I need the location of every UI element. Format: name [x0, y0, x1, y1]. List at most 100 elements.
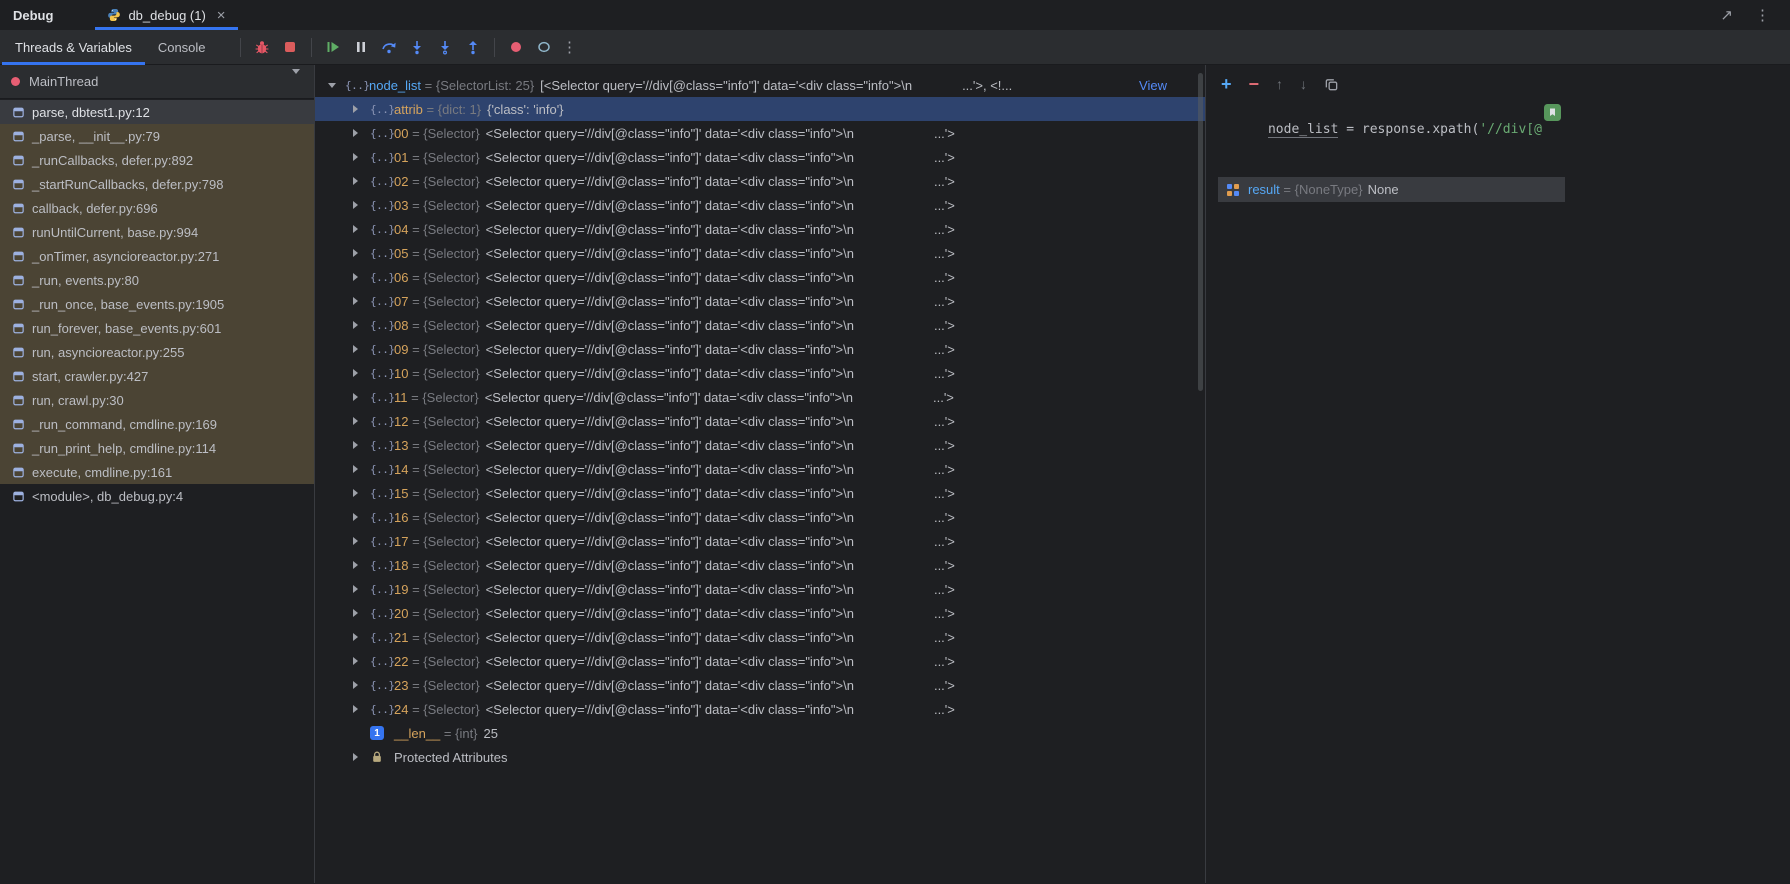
selector-row[interactable]: {..} 06 = {Selector} <Selector query='//…	[315, 265, 1205, 289]
chevron-right-icon[interactable]	[353, 201, 370, 209]
chevron-right-icon[interactable]	[353, 393, 370, 401]
selector-row[interactable]: {..} 19 = {Selector} <Selector query='//…	[315, 577, 1205, 601]
selector-row[interactable]: {..} 20 = {Selector} <Selector query='//…	[315, 601, 1205, 625]
selector-row[interactable]: {..} 22 = {Selector} <Selector query='//…	[315, 649, 1205, 673]
selector-row[interactable]: {..} 12 = {Selector} <Selector query='//…	[315, 409, 1205, 433]
move-down-icon[interactable]: ↓	[1300, 77, 1307, 91]
selector-row[interactable]: {..} 10 = {Selector} <Selector query='//…	[315, 361, 1205, 385]
scrollbar[interactable]	[1198, 73, 1203, 391]
chevron-right-icon[interactable]	[353, 753, 370, 761]
view-breakpoints-icon[interactable]	[502, 34, 530, 60]
stack-frame-row[interactable]: <module>, db_debug.py:4	[0, 484, 314, 508]
chevron-right-icon[interactable]	[353, 609, 370, 617]
chevron-down-icon[interactable]	[328, 82, 345, 88]
stop-icon[interactable]	[276, 34, 304, 60]
chevron-right-icon[interactable]	[353, 153, 370, 161]
chevron-right-icon[interactable]	[353, 273, 370, 281]
force-step-into-icon[interactable]	[431, 34, 459, 60]
editor-tab[interactable]: db_debug (1) ×	[95, 0, 238, 30]
chevron-right-icon[interactable]	[353, 177, 370, 185]
stack-frame-row[interactable]: callback, defer.py:696	[0, 196, 314, 220]
stack-frame-row[interactable]: _run_once, base_events.py:1905	[0, 292, 314, 316]
stack-frame-row[interactable]: _run_print_help, cmdline.py:114	[0, 436, 314, 460]
stack-frame-row[interactable]: _parse, __init__.py:79	[0, 124, 314, 148]
stack-frame-row[interactable]: run, crawl.py:30	[0, 388, 314, 412]
stack-frame-row[interactable]: parse, dbtest1.py:12	[0, 100, 314, 124]
variable-row-node-list[interactable]: {..} node_list = {SelectorList: 25} [<Se…	[315, 73, 1205, 97]
selector-row[interactable]: {..} 17 = {Selector} <Selector query='//…	[315, 529, 1205, 553]
chevron-right-icon[interactable]	[353, 633, 370, 641]
chevron-right-icon[interactable]	[353, 585, 370, 593]
chevron-right-icon[interactable]	[353, 321, 370, 329]
stack-frame-row[interactable]: _startRunCallbacks, defer.py:798	[0, 172, 314, 196]
selector-row[interactable]: {..} 02 = {Selector} <Selector query='//…	[315, 169, 1205, 193]
pause-icon[interactable]	[347, 34, 375, 60]
chevron-right-icon[interactable]	[353, 129, 370, 137]
selector-row[interactable]: {..} 09 = {Selector} <Selector query='//…	[315, 337, 1205, 361]
chevron-right-icon[interactable]	[353, 417, 370, 425]
selector-row[interactable]: {..} 03 = {Selector} <Selector query='//…	[315, 193, 1205, 217]
chevron-right-icon[interactable]	[353, 465, 370, 473]
chevron-right-icon[interactable]	[353, 705, 370, 713]
selector-row[interactable]: {..} 07 = {Selector} <Selector query='//…	[315, 289, 1205, 313]
chevron-right-icon[interactable]	[353, 345, 370, 353]
selector-row[interactable]: {..} 11 = {Selector} <Selector query='//…	[315, 385, 1205, 409]
duplicate-watch-icon[interactable]	[1324, 77, 1339, 92]
selector-row[interactable]: {..} 00 = {Selector} <Selector query='//…	[315, 121, 1205, 145]
selector-row[interactable]: {..} 05 = {Selector} <Selector query='//…	[315, 241, 1205, 265]
view-link[interactable]: View	[1139, 78, 1167, 93]
selector-row[interactable]: {..} 18 = {Selector} <Selector query='//…	[315, 553, 1205, 577]
more-icon[interactable]: ⋮	[558, 38, 582, 56]
chevron-right-icon[interactable]	[353, 681, 370, 689]
tab-console[interactable]: Console	[145, 30, 219, 65]
add-watch-icon[interactable]: +	[1221, 75, 1232, 93]
chevron-down-icon[interactable]	[292, 69, 300, 89]
selector-row[interactable]: {..} 15 = {Selector} <Selector query='//…	[315, 481, 1205, 505]
chevron-right-icon[interactable]	[353, 225, 370, 233]
variable-row-attrib[interactable]: {..} attrib = {dict: 1} {'class': 'info'…	[315, 97, 1205, 121]
variable-row-len[interactable]: 1 __len__ = {int} 25	[315, 721, 1205, 745]
selector-row[interactable]: {..} 24 = {Selector} <Selector query='//…	[315, 697, 1205, 721]
bookmark-icon[interactable]	[1544, 104, 1561, 121]
chevron-right-icon[interactable]	[353, 369, 370, 377]
chevron-right-icon[interactable]	[353, 657, 370, 665]
selector-row[interactable]: {..} 14 = {Selector} <Selector query='//…	[315, 457, 1205, 481]
selector-row[interactable]: {..} 13 = {Selector} <Selector query='//…	[315, 433, 1205, 457]
selector-row[interactable]: {..} 21 = {Selector} <Selector query='//…	[315, 625, 1205, 649]
open-in-new-window-icon[interactable]: ↗	[1720, 6, 1733, 24]
step-into-icon[interactable]	[403, 34, 431, 60]
selector-row[interactable]: {..} 01 = {Selector} <Selector query='//…	[315, 145, 1205, 169]
stack-frame-row[interactable]: _runCallbacks, defer.py:892	[0, 148, 314, 172]
chevron-right-icon[interactable]	[353, 297, 370, 305]
remove-watch-icon[interactable]: −	[1249, 75, 1260, 93]
selector-row[interactable]: {..} 04 = {Selector} <Selector query='//…	[315, 217, 1205, 241]
selector-row[interactable]: {..} 23 = {Selector} <Selector query='//…	[315, 673, 1205, 697]
stack-frame-row[interactable]: runUntilCurrent, base.py:994	[0, 220, 314, 244]
stack-frame-row[interactable]: _run_command, cmdline.py:169	[0, 412, 314, 436]
resume-icon[interactable]	[319, 34, 347, 60]
watch-result-row[interactable]: result = {NoneType} None	[1218, 177, 1565, 202]
step-out-icon[interactable]	[459, 34, 487, 60]
selector-row[interactable]: {..} 16 = {Selector} <Selector query='//…	[315, 505, 1205, 529]
chevron-right-icon[interactable]	[353, 561, 370, 569]
step-over-icon[interactable]	[375, 34, 403, 60]
stack-frame-row[interactable]: _onTimer, asyncioreactor.py:271	[0, 244, 314, 268]
stack-frame-row[interactable]: _run, events.py:80	[0, 268, 314, 292]
thread-selector[interactable]: MainThread	[0, 65, 314, 99]
close-icon[interactable]: ×	[217, 8, 226, 23]
stack-frame-row[interactable]: run, asyncioreactor.py:255	[0, 340, 314, 364]
chevron-right-icon[interactable]	[353, 489, 370, 497]
stack-frame-row[interactable]: start, crawler.py:427	[0, 364, 314, 388]
chevron-right-icon[interactable]	[353, 513, 370, 521]
selector-row[interactable]: {..} 08 = {Selector} <Selector query='//…	[315, 313, 1205, 337]
chevron-right-icon[interactable]	[353, 105, 370, 113]
stack-frame-row[interactable]: execute, cmdline.py:161	[0, 460, 314, 484]
chevron-right-icon[interactable]	[353, 249, 370, 257]
tab-threads-variables[interactable]: Threads & Variables	[2, 30, 145, 65]
move-up-icon[interactable]: ↑	[1276, 77, 1283, 91]
mute-breakpoints-icon[interactable]	[530, 34, 558, 60]
more-icon[interactable]: ⋮	[1755, 6, 1770, 24]
rerun-debug-icon[interactable]	[248, 34, 276, 60]
watch-expression[interactable]: node_list = response.xpath('//div[@	[1206, 103, 1790, 177]
variable-row-protected-attributes[interactable]: Protected Attributes	[315, 745, 1205, 769]
